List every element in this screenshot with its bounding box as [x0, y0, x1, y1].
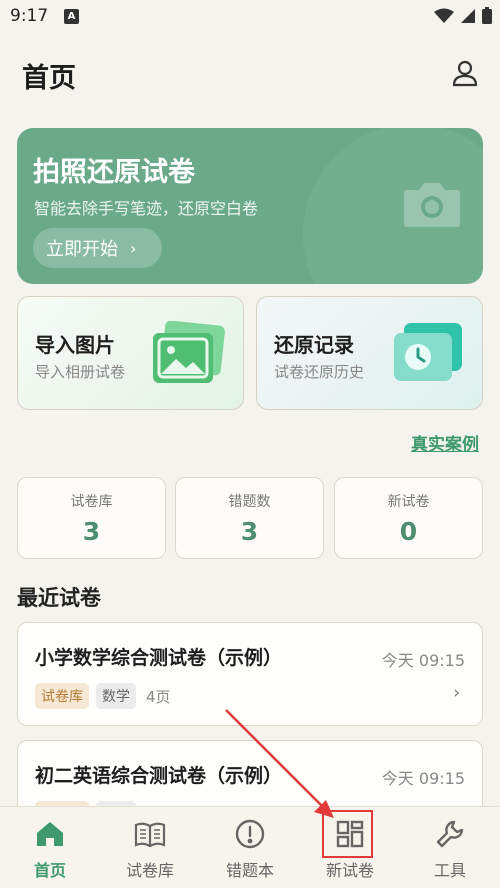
library-tag: 试卷库: [35, 683, 89, 709]
import-images-card[interactable]: 导入图片 导入相册试卷: [17, 296, 244, 410]
book-icon: [134, 822, 166, 848]
stat-value: 0: [399, 517, 418, 546]
hero-banner[interactable]: 拍照还原试卷 智能去除手写笔迹，还原空白卷 立即开始 ›: [17, 128, 483, 284]
bottom-tab-bar: 首页 试卷库 错题本 新试卷 工具: [0, 806, 500, 888]
paper-title: 初二英语综合测试卷（示例）: [35, 765, 283, 787]
card-subtitle: 导入相册试卷: [35, 363, 126, 381]
battery-icon: [482, 7, 492, 24]
stat-value: 3: [240, 517, 259, 546]
stat-label: 错题数: [228, 494, 271, 510]
paper-time: 今天 09:15: [381, 769, 465, 788]
card-subtitle: 试卷还原历史: [274, 363, 365, 381]
paper-list-item[interactable]: 小学数学综合测试卷（示例） 今天 09:15 试卷库 数学 4页 ›: [17, 622, 483, 726]
image-icon: [153, 321, 225, 383]
tab-label: 工具: [433, 861, 466, 880]
stat-label: 试卷库: [70, 494, 113, 510]
chevron-right-icon: ›: [453, 683, 460, 703]
paper-title: 小学数学综合测试卷（示例）: [35, 647, 283, 669]
home-icon: [37, 822, 63, 846]
card-title: 还原记录: [274, 333, 354, 357]
tab-label: 试卷库: [125, 861, 174, 880]
camera-icon: [404, 183, 460, 227]
restore-records-card[interactable]: 还原记录 试卷还原历史: [256, 296, 483, 410]
tab-label: 首页: [33, 861, 66, 880]
start-now-button[interactable]: 立即开始 ›: [33, 228, 162, 268]
paper-time: 今天 09:15: [381, 651, 465, 670]
start-now-label: 立即开始: [46, 239, 118, 260]
card-title: 导入图片: [35, 333, 115, 357]
hero-title: 拍照还原试卷: [33, 157, 195, 188]
tab-home[interactable]: 首页: [0, 807, 100, 888]
wifi-icon: [434, 8, 454, 23]
app-header: 首页: [0, 50, 500, 100]
recent-papers-heading: 最近试卷: [17, 586, 101, 610]
app-notification-icon: A: [64, 9, 79, 24]
exclamation-icon: [235, 819, 265, 849]
stat-new-papers[interactable]: 新试卷 0: [334, 477, 483, 559]
status-bar: 9:17 A: [0, 0, 500, 34]
profile-button[interactable]: [450, 58, 480, 88]
annotation-highlight-box: [322, 810, 373, 858]
real-cases-link[interactable]: 真实案例: [411, 430, 479, 455]
subject-tag: 数学: [96, 683, 136, 709]
tab-wrong-questions[interactable]: 错题本: [200, 807, 300, 888]
stat-wrong-questions[interactable]: 错题数 3: [175, 477, 324, 559]
tab-paper-library[interactable]: 试卷库: [100, 807, 200, 888]
wrench-icon: [436, 820, 464, 848]
tab-label: 错题本: [225, 861, 274, 880]
hero-subtitle: 智能去除手写笔迹，还原空白卷: [34, 199, 259, 218]
stat-paper-library[interactable]: 试卷库 3: [17, 477, 166, 559]
tab-tools[interactable]: 工具: [400, 807, 500, 888]
page-title: 首页: [22, 63, 76, 94]
status-indicators: [434, 7, 492, 24]
stat-value: 3: [82, 517, 101, 546]
clock-icon: [394, 323, 462, 381]
page-count: 4页: [146, 687, 171, 706]
signal-icon: [461, 8, 475, 23]
status-time: 9:17: [10, 6, 49, 26]
chevron-right-icon: ›: [130, 238, 137, 258]
user-icon: [452, 60, 478, 87]
stat-label: 新试卷: [387, 494, 430, 510]
paper-tags: 试卷库 数学 4页: [35, 683, 171, 709]
tab-label: 新试卷: [325, 861, 374, 880]
